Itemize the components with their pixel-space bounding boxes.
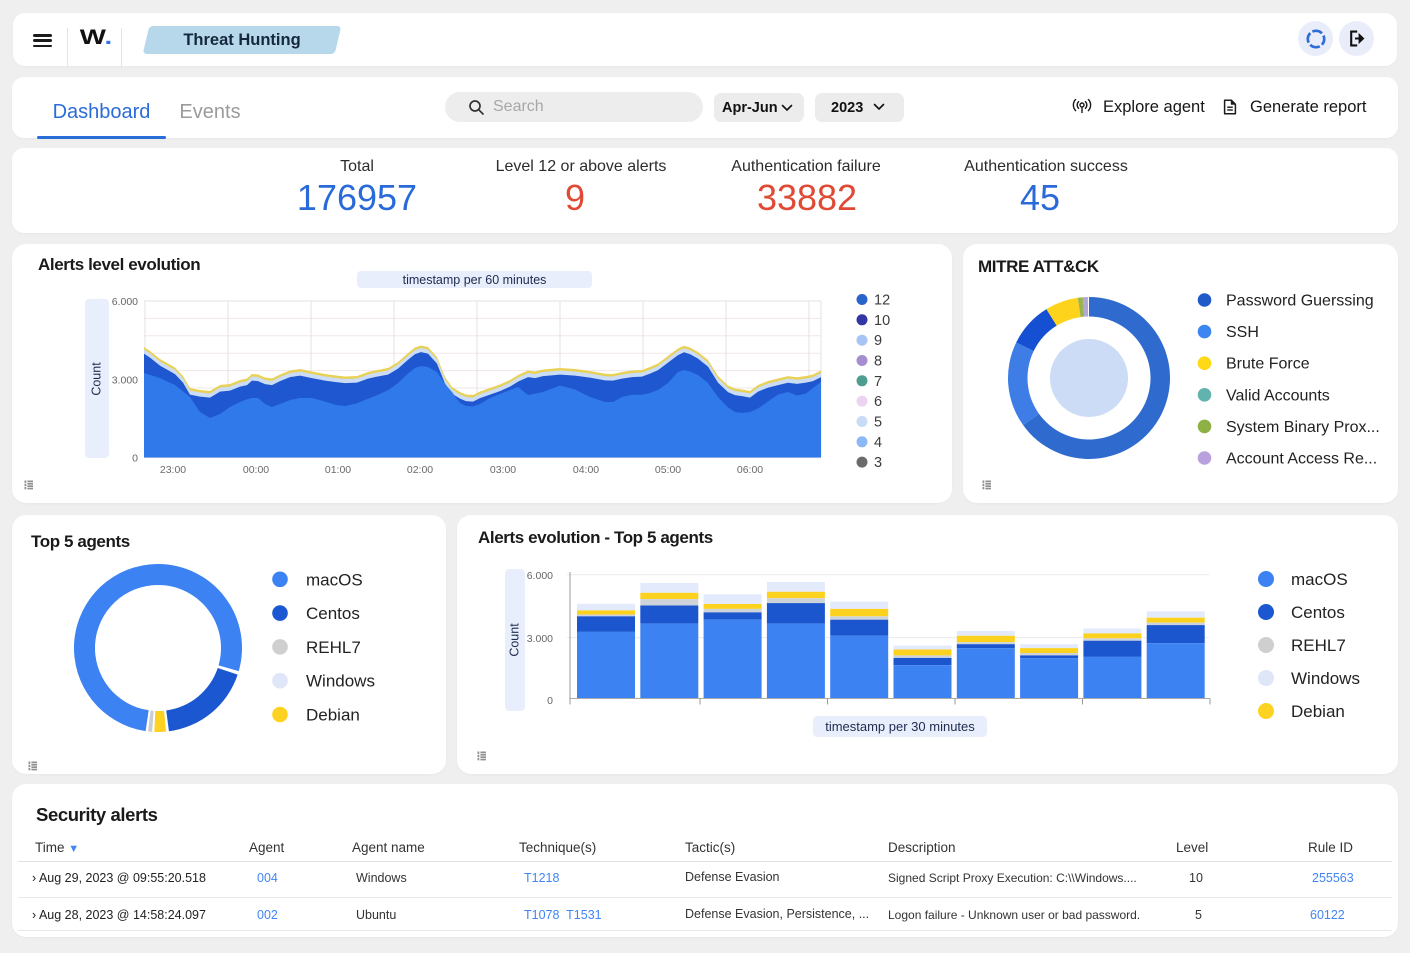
svg-text:Debian: Debian	[306, 706, 360, 725]
svg-text:05:00: 05:00	[655, 464, 681, 476]
svg-text:Windows: Windows	[1291, 669, 1360, 688]
svg-text:6.000: 6.000	[112, 296, 138, 308]
svg-text:macOS: macOS	[1291, 570, 1348, 589]
svg-text:Password Guerssing: Password Guerssing	[1226, 293, 1374, 310]
svg-text:Windows: Windows	[306, 672, 375, 691]
svg-text:Brute Force: Brute Force	[1226, 356, 1310, 373]
svg-text:4: 4	[874, 435, 882, 451]
svg-text:0: 0	[132, 453, 138, 465]
svg-text:Centos: Centos	[306, 604, 360, 623]
svg-text:SSH: SSH	[1226, 324, 1259, 341]
svg-text:Centos: Centos	[1291, 603, 1345, 622]
svg-text:Account Access Re...: Account Access Re...	[1226, 451, 1377, 468]
svg-text:REHL7: REHL7	[306, 638, 361, 657]
svg-text:3.000: 3.000	[527, 633, 553, 645]
svg-text:6: 6	[874, 394, 882, 410]
svg-text:01:00: 01:00	[325, 464, 351, 476]
svg-text:5: 5	[874, 415, 882, 431]
svg-text:00:00: 00:00	[243, 464, 269, 476]
svg-text:12: 12	[874, 293, 890, 309]
svg-text:06:00: 06:00	[737, 464, 763, 476]
svg-text:23:00: 23:00	[160, 464, 186, 476]
svg-text:04:00: 04:00	[573, 464, 599, 476]
svg-text:03:00: 03:00	[490, 464, 516, 476]
svg-text:Debian: Debian	[1291, 702, 1345, 721]
svg-text:REHL7: REHL7	[1291, 636, 1346, 655]
svg-text:macOS: macOS	[306, 570, 363, 589]
svg-text:9: 9	[874, 333, 882, 349]
svg-text:6.000: 6.000	[527, 570, 553, 582]
svg-text:0: 0	[547, 695, 553, 707]
svg-text:8: 8	[874, 354, 882, 370]
svg-text:3.000: 3.000	[112, 375, 138, 387]
svg-text:System Binary Prox...: System Binary Prox...	[1226, 419, 1380, 436]
svg-text:02:00: 02:00	[407, 464, 433, 476]
svg-text:Valid Accounts: Valid Accounts	[1226, 387, 1330, 404]
svg-text:10: 10	[874, 313, 890, 329]
svg-text:3: 3	[874, 455, 882, 471]
svg-text:7: 7	[874, 374, 882, 390]
